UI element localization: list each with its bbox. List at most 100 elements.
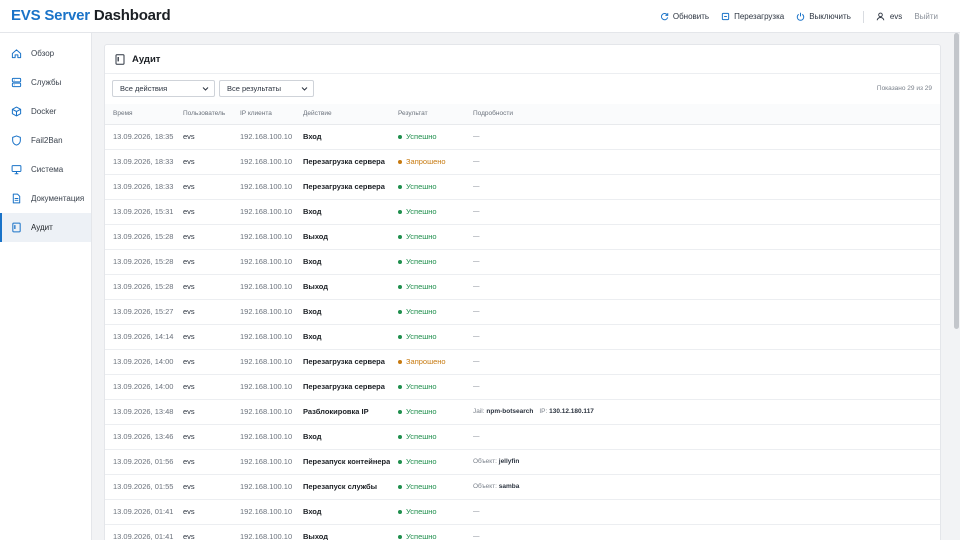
details-text: —: [473, 533, 480, 540]
servers-icon: [11, 77, 22, 88]
details-text: —: [473, 308, 480, 315]
details-value: samba: [498, 483, 520, 490]
chevron-down-icon: [202, 87, 209, 91]
details-key: Jail:: [473, 408, 485, 415]
cell-time: 13.09.2026, 01:56: [105, 449, 175, 475]
sidebar-item-label: Fail2Ban: [31, 136, 63, 145]
cell-action: Выход: [295, 274, 390, 300]
cell-time: 13.09.2026, 13:46: [105, 424, 175, 450]
status-dot: [398, 460, 402, 465]
power-icon: [797, 12, 805, 21]
cell-time: 13.09.2026, 01:41: [105, 499, 175, 525]
sidebar-item-label: Система: [31, 165, 64, 174]
result-filter-select[interactable]: Все результаты: [219, 80, 314, 97]
details-text: —: [473, 433, 480, 440]
column-header[interactable]: Результат: [390, 104, 465, 125]
status-badge: Успешно: [406, 332, 437, 341]
status-dot: [398, 435, 402, 440]
shutdown-button[interactable]: Выключить: [796, 12, 851, 21]
cell-ip: 192.168.100.10: [232, 424, 295, 450]
sidebar-item-services[interactable]: Службы: [0, 68, 91, 97]
status-dot: [398, 160, 402, 165]
cell-result: Успешно: [390, 199, 465, 225]
audit-panel: Аудит Все действия Все результаты Показа…: [104, 44, 941, 540]
cell-details: —: [465, 349, 940, 375]
cell-action: Вход: [295, 324, 390, 350]
cell-time: 13.09.2026, 15:28: [105, 224, 175, 250]
refresh-button[interactable]: Обновить: [660, 12, 709, 21]
cell-user: evs: [175, 149, 232, 175]
column-header[interactable]: Действие: [295, 104, 390, 125]
chevron-down-icon: [301, 87, 308, 91]
cell-result: Успешно: [390, 524, 465, 540]
sidebar-item-system[interactable]: Система: [0, 155, 91, 184]
cell-user: evs: [175, 249, 232, 275]
cell-result: Успешно: [390, 424, 465, 450]
cell-result: Успешно: [390, 399, 465, 425]
sidebar-item-docker[interactable]: Docker: [0, 97, 91, 126]
cell-ip: 192.168.100.10: [232, 199, 295, 225]
cell-user: evs: [175, 299, 232, 325]
sidebar-item-audit[interactable]: Аудит: [0, 213, 91, 242]
table-row: 13.09.2026, 18:33 evs 192.168.100.10 Переза…: [105, 174, 940, 200]
table-row: 13.09.2026, 18:33 evs 192.168.100.10 Переза…: [105, 149, 940, 175]
cell-action: Вход: [295, 499, 390, 525]
cell-action: Вход: [295, 299, 390, 325]
cell-user: evs: [175, 424, 232, 450]
cell-time: 13.09.2026, 14:14: [105, 324, 175, 350]
cell-time: 13.09.2026, 15:31: [105, 199, 175, 225]
brand-name: EVS Server: [11, 7, 90, 24]
top-actions: Обновить Перезагрузка Выключить evs Выйт…: [660, 0, 938, 33]
sidebar-item-documentation[interactable]: Документация: [0, 184, 91, 213]
cell-result: Успешно: [390, 374, 465, 400]
cell-action: Перезагрузка сервера: [295, 349, 390, 375]
column-header[interactable]: Время: [105, 104, 175, 125]
sidebar-item-overview[interactable]: Обзор: [0, 39, 91, 68]
cell-user: evs: [175, 449, 232, 475]
column-header[interactable]: IP клиента: [232, 104, 295, 125]
cell-user: evs: [175, 349, 232, 375]
cell-details: Объект: jellyfin: [465, 449, 940, 475]
cell-time: 13.09.2026, 01:41: [105, 524, 175, 540]
details-key: IP:: [539, 408, 548, 415]
restart-label: Перезагрузка: [734, 12, 785, 21]
sidebar-item-fail2ban[interactable]: Fail2Ban: [0, 126, 91, 155]
cell-user: evs: [175, 124, 232, 150]
status-badge: Запрошено: [406, 357, 446, 366]
result-filter-value: Все результаты: [227, 84, 282, 93]
column-header[interactable]: Подробности: [465, 104, 940, 125]
cell-ip: 192.168.100.10: [232, 524, 295, 540]
user-menu[interactable]: evs: [876, 12, 902, 21]
status-dot: [398, 310, 402, 315]
cell-time: 13.09.2026, 15:27: [105, 299, 175, 325]
details-text: —: [473, 233, 480, 240]
cell-time: 13.09.2026, 15:28: [105, 249, 175, 275]
restart-button[interactable]: Перезагрузка: [721, 12, 784, 21]
action-filter-select[interactable]: Все действия: [112, 80, 215, 97]
status-badge: Успешно: [406, 307, 437, 316]
box-icon: [11, 106, 22, 117]
cell-result: Запрошено: [390, 349, 465, 375]
cell-result: Успешно: [390, 274, 465, 300]
refresh-label: Обновить: [672, 12, 710, 21]
filter-bar: Все действия Все результаты Показано 29 …: [105, 74, 940, 104]
table-body: 13.09.2026, 18:35 evs 192.168.100.10 Вход Ус…: [105, 124, 940, 540]
logout-link[interactable]: Выйти: [914, 12, 938, 21]
sidebar-item-label: Docker: [31, 107, 57, 116]
cell-user: evs: [175, 224, 232, 250]
action-filter-value: Все действия: [120, 84, 168, 93]
page-scrollbar[interactable]: [952, 33, 960, 540]
username: evs: [889, 12, 903, 21]
scrollbar-thumb[interactable]: [954, 33, 959, 329]
cell-user: evs: [175, 474, 232, 500]
cell-ip: 192.168.100.10: [232, 349, 295, 375]
status-badge: Успешно: [406, 532, 437, 540]
column-header[interactable]: Пользователь: [175, 104, 232, 125]
cell-ip: 192.168.100.10: [232, 174, 295, 200]
details-key: Объект:: [473, 483, 497, 490]
details-text: —: [473, 283, 480, 290]
status-dot: [398, 260, 402, 265]
details-text: —: [473, 258, 480, 265]
cell-action: Вход: [295, 124, 390, 150]
details-value: jellyfin: [498, 458, 520, 465]
